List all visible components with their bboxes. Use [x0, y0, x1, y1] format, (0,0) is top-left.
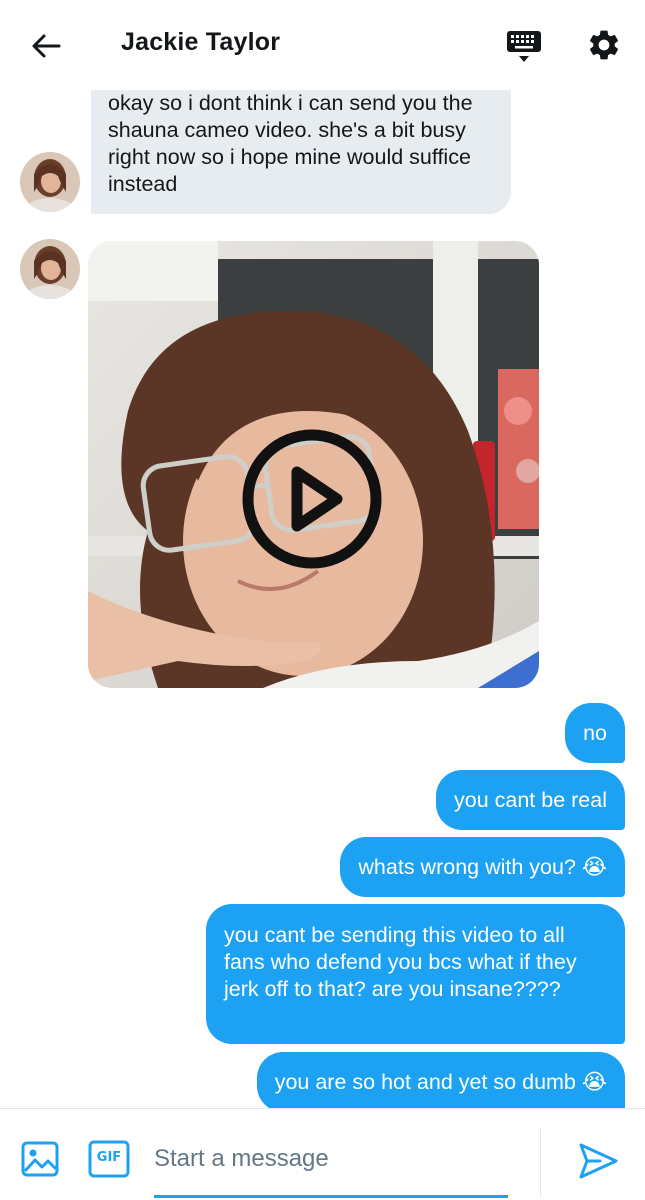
input-underline: [154, 1195, 508, 1198]
message-list[interactable]: okay so i dont think i can send you the …: [0, 90, 645, 1108]
incoming-message[interactable]: okay so i dont think i can send you the …: [91, 90, 511, 214]
play-icon[interactable]: [241, 428, 383, 570]
avatar-image: [20, 239, 80, 299]
video-message[interactable]: [88, 241, 539, 688]
conversation-title: Jackie Taylor: [121, 28, 281, 56]
add-gif-button[interactable]: GIF: [88, 1139, 130, 1179]
outgoing-message[interactable]: whats wrong with you? 😭: [340, 837, 625, 897]
gear-icon: [589, 30, 619, 60]
back-button[interactable]: [22, 24, 70, 68]
gif-label: GIF: [96, 1150, 122, 1165]
avatar[interactable]: [20, 239, 80, 299]
outgoing-message[interactable]: you cant be sending this video to all fa…: [206, 904, 625, 1044]
send-button[interactable]: [576, 1141, 620, 1181]
settings-button[interactable]: [580, 22, 628, 68]
conversation-header: Jackie Taylor: [0, 0, 645, 90]
message-composer: GIF: [0, 1108, 645, 1200]
keyboard-button[interactable]: [500, 24, 548, 68]
composer-divider: [540, 1129, 541, 1197]
outgoing-message-text: you cant be real: [454, 787, 607, 812]
send-icon: [579, 1143, 618, 1179]
outgoing-message[interactable]: you are so hot and yet so dumb 😭: [256, 1052, 625, 1108]
keyboard-icon: [507, 31, 541, 62]
add-image-button[interactable]: [20, 1139, 60, 1179]
outgoing-message-text: you are so hot and yet so dumb 😭: [274, 1069, 607, 1094]
outgoing-message[interactable]: you cant be real: [436, 770, 625, 830]
message-input[interactable]: [154, 1135, 508, 1183]
avatar-image: [20, 152, 80, 212]
outgoing-message-text: you cant be sending this video to all fa…: [224, 923, 577, 1001]
arrow-left-icon: [32, 34, 61, 58]
outgoing-message[interactable]: no: [565, 703, 625, 763]
incoming-message-text: okay so i dont think i can send you the …: [108, 91, 473, 196]
outgoing-message-text: no: [583, 720, 607, 745]
avatar[interactable]: [20, 152, 80, 212]
outgoing-message-text: whats wrong with you? 😭: [358, 854, 607, 879]
image-icon: [21, 1141, 59, 1177]
